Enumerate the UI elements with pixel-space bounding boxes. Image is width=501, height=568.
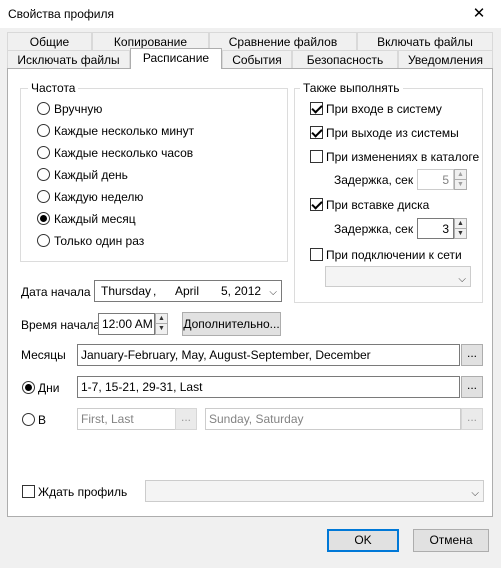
delay1-input[interactable]: 5 <box>417 169 454 190</box>
check-on-dir-change-label[interactable]: При изменениях в каталоге <box>326 150 479 164</box>
check-on-logout[interactable] <box>310 126 323 139</box>
radio-weekly-label[interactable]: Каждую неделю <box>54 190 143 204</box>
check-wait-profile[interactable] <box>22 485 35 498</box>
tab-include[interactable]: Включать файлы <box>357 32 493 51</box>
radio-minutes-label[interactable]: Каждые несколько минут <box>54 124 194 138</box>
delay1-spinner[interactable]: ▲ ▼ <box>454 169 467 190</box>
radio-daily[interactable] <box>37 168 50 181</box>
chevron-down-icon: ⌵ <box>458 274 466 285</box>
spin-up-icon[interactable]: ▲ <box>455 170 466 180</box>
radio-in[interactable] <box>22 413 35 426</box>
tab-general[interactable]: Общие <box>7 32 92 51</box>
radio-once[interactable] <box>37 234 50 247</box>
in-weekday-input[interactable]: Sunday, Saturday <box>205 408 461 430</box>
frequency-label: Частота <box>28 81 79 95</box>
check-on-network[interactable] <box>310 248 323 261</box>
check-on-network-label[interactable]: При подключении к сети <box>326 248 462 262</box>
radio-hours[interactable] <box>37 146 50 159</box>
tab-exclude[interactable]: Исключать файлы <box>7 50 130 69</box>
tab-notifications[interactable]: Уведомления <box>398 50 493 69</box>
start-date-picker[interactable]: Thursday , April 5, 2012 ⌵ <box>94 280 282 302</box>
check-on-disk-insert[interactable] <box>310 198 323 211</box>
radio-minutes[interactable] <box>37 124 50 137</box>
start-date-label: Дата начала <box>21 285 91 299</box>
wait-profile-dropdown[interactable]: ⌵ <box>145 480 484 502</box>
delay1-label: Задержка, сек <box>334 173 414 187</box>
start-time-spinner[interactable]: ▲ ▼ <box>155 313 168 335</box>
tab-schedule[interactable]: Расписание <box>130 48 222 69</box>
in-ordinal-browse-button[interactable]: ... <box>175 408 197 430</box>
cancel-button[interactable]: Отмена <box>413 529 489 552</box>
months-browse-button[interactable]: ... <box>461 344 483 366</box>
check-on-dir-change[interactable] <box>310 150 323 163</box>
check-on-login[interactable] <box>310 102 323 115</box>
radio-once-label[interactable]: Только один раз <box>54 234 144 248</box>
check-wait-profile-label[interactable]: Ждать профиль <box>38 485 127 499</box>
start-time-input[interactable]: 12:00 AM <box>98 313 155 335</box>
network-dropdown[interactable]: ⌵ <box>325 266 471 287</box>
spin-up-icon[interactable]: ▲ <box>455 219 466 229</box>
spin-up-icon[interactable]: ▲ <box>156 314 167 324</box>
spin-down-icon[interactable]: ▼ <box>156 324 167 334</box>
check-on-disk-insert-label[interactable]: При вставке диска <box>326 198 429 212</box>
days-input[interactable]: 1-7, 15-21, 29-31, Last <box>77 376 460 398</box>
radio-daily-label[interactable]: Каждый день <box>54 168 128 182</box>
advanced-button[interactable]: Дополнительно... <box>182 312 281 336</box>
radio-in-label[interactable]: В <box>38 413 46 427</box>
window-title: Свойства профиля <box>8 7 114 21</box>
check-on-login-label[interactable]: При входе в систему <box>326 102 442 116</box>
radio-days-label[interactable]: Дни <box>38 381 59 395</box>
close-icon[interactable]: ✕ <box>467 2 491 26</box>
title-bar: Свойства профиля ✕ <box>0 0 501 28</box>
in-weekday-browse-button[interactable]: ... <box>461 408 483 430</box>
date-weekday: Thursday <box>101 284 152 298</box>
spin-down-icon[interactable]: ▼ <box>455 229 466 239</box>
also-run-label: Также выполнять <box>300 81 403 95</box>
start-time-label: Время начала <box>21 318 101 332</box>
check-on-logout-label[interactable]: При выходе из системы <box>326 126 459 140</box>
radio-manual-label[interactable]: Вручную <box>54 102 102 116</box>
delay2-label: Задержка, сек <box>334 222 414 236</box>
radio-days[interactable] <box>22 381 35 394</box>
radio-weekly[interactable] <box>37 190 50 203</box>
days-browse-button[interactable]: ... <box>461 376 483 398</box>
chevron-down-icon[interactable]: ⌵ <box>269 283 277 301</box>
months-label: Месяцы <box>21 348 66 362</box>
tab-compare[interactable]: Сравнение файлов <box>209 32 357 51</box>
date-sep: , <box>153 284 157 298</box>
radio-monthly[interactable] <box>37 212 50 225</box>
ok-button[interactable]: OK <box>327 529 399 552</box>
delay2-spinner[interactable]: ▲ ▼ <box>454 218 467 239</box>
chevron-down-icon: ⌵ <box>471 488 479 499</box>
spin-down-icon[interactable]: ▼ <box>455 180 466 190</box>
schedule-panel: Частота Вручную Каждые несколько минут К… <box>7 68 493 517</box>
date-day-year: 5, 2012 <box>221 284 262 298</box>
months-input[interactable]: January-February, May, August-September,… <box>77 344 460 366</box>
radio-hours-label[interactable]: Каждые несколько часов <box>54 146 193 160</box>
date-month: April <box>175 284 200 298</box>
in-ordinal-input[interactable]: First, Last <box>77 408 176 430</box>
tab-security[interactable]: Безопасность <box>292 50 398 69</box>
radio-monthly-label[interactable]: Каждый месяц <box>54 212 136 226</box>
delay2-input[interactable]: 3 <box>417 218 454 239</box>
radio-manual[interactable] <box>37 102 50 115</box>
tab-events[interactable]: События <box>222 50 292 69</box>
